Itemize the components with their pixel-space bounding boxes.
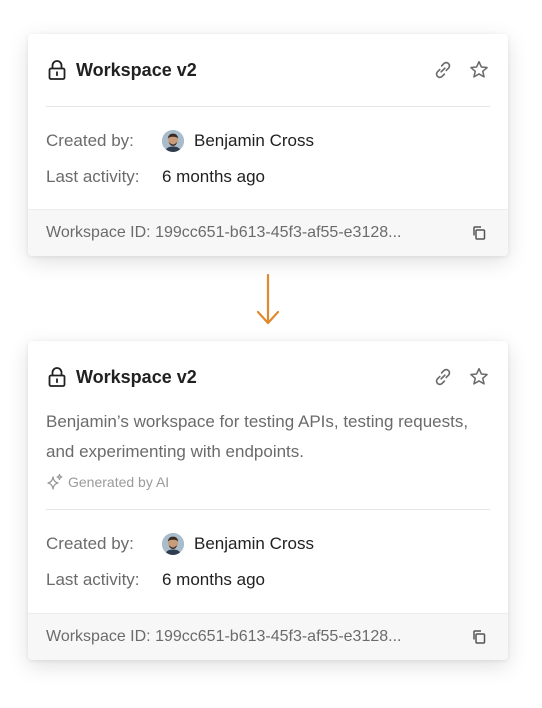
copy-icon[interactable] bbox=[468, 626, 490, 648]
creator-name[interactable]: Benjamin Cross bbox=[194, 534, 314, 554]
workspace-id-footer: Workspace ID: 199cc651-b613-45f3-af55-e3… bbox=[28, 209, 508, 256]
created-by-row: Created by: Benjamin Cross bbox=[46, 123, 490, 159]
workspace-meta: Created by: Benjamin Cross Last activity… bbox=[28, 510, 508, 598]
ai-badge-label: Generated by AI bbox=[68, 474, 170, 490]
link-icon[interactable] bbox=[432, 366, 454, 388]
last-activity-value: 6 months ago bbox=[162, 570, 266, 589]
star-icon[interactable] bbox=[468, 366, 490, 388]
last-activity-row: Last activity: 6 months ago bbox=[46, 159, 490, 195]
workspace-description: Benjamin’s workspace for testing APIs, t… bbox=[46, 412, 469, 461]
avatar bbox=[162, 533, 184, 555]
workspace-id-footer: Workspace ID: 199cc651-b613-45f3-af55-e3… bbox=[28, 613, 508, 660]
workspace-meta: Created by: Benjamin Cross Last activity… bbox=[28, 107, 508, 195]
workspace-id-text: Workspace ID: 199cc651-b613-45f3-af55-e3… bbox=[46, 628, 402, 645]
copy-icon[interactable] bbox=[468, 222, 490, 244]
last-activity-label: Last activity: bbox=[46, 570, 140, 589]
creator-name[interactable]: Benjamin Cross bbox=[194, 131, 314, 151]
avatar bbox=[162, 130, 184, 152]
card-header: Workspace v2 bbox=[28, 34, 508, 106]
last-activity-label: Last activity: bbox=[46, 167, 140, 186]
lock-icon bbox=[46, 59, 68, 81]
workspace-title: Workspace v2 bbox=[76, 59, 197, 80]
link-icon[interactable] bbox=[432, 59, 454, 81]
sparkle-icon bbox=[46, 473, 64, 491]
workspace-id-text: Workspace ID: 199cc651-b613-45f3-af55-e3… bbox=[46, 224, 402, 241]
arrow-down-icon bbox=[256, 274, 280, 325]
star-icon[interactable] bbox=[468, 59, 490, 81]
created-by-label: Created by: bbox=[46, 534, 134, 553]
card-header: Workspace v2 bbox=[28, 341, 508, 413]
ai-generated-badge: Generated by AI bbox=[28, 471, 508, 493]
workspace-card-after: Workspace v2 Benjamin’s workspace for te… bbox=[28, 341, 508, 660]
created-by-label: Created by: bbox=[46, 131, 134, 150]
last-activity-value: 6 months ago bbox=[162, 167, 266, 186]
created-by-row: Created by: Benjamin Cross bbox=[46, 526, 490, 562]
last-activity-row: Last activity: 6 months ago bbox=[46, 562, 490, 598]
workspace-title: Workspace v2 bbox=[76, 366, 197, 387]
lock-icon bbox=[46, 366, 68, 388]
workspace-card-before: Workspace v2 Created by: Benjamin Cross … bbox=[28, 34, 508, 256]
